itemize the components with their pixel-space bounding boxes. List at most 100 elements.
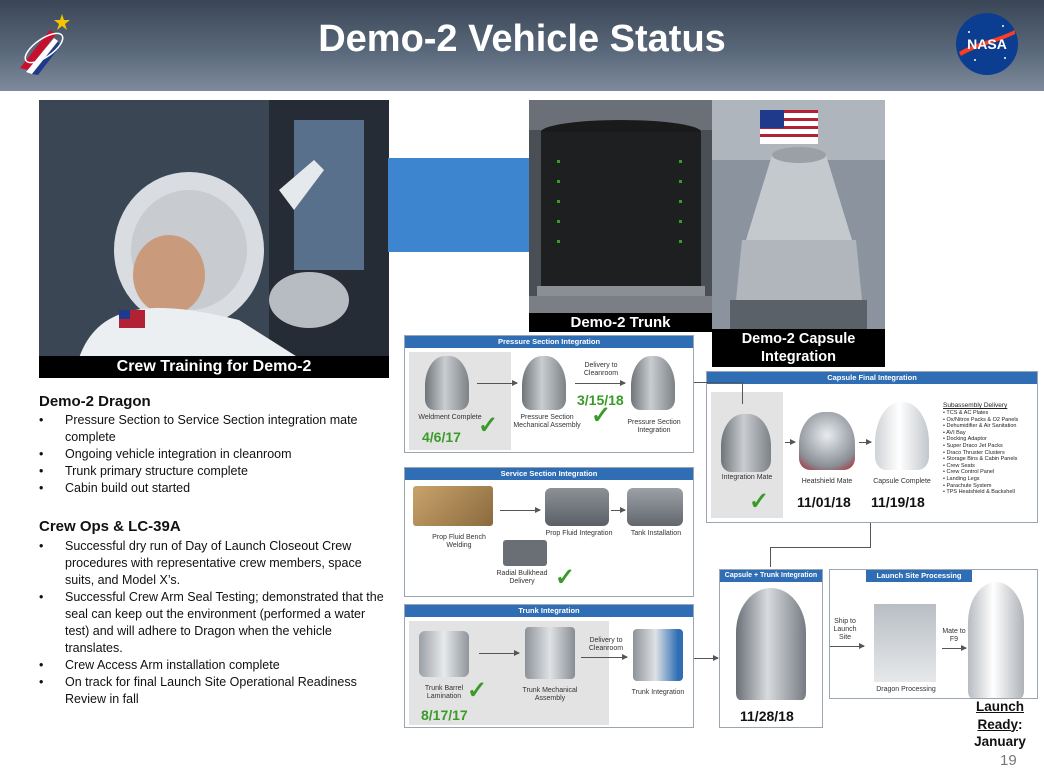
blue-connector-block xyxy=(388,158,530,252)
check-icon: ✓ xyxy=(555,564,576,591)
list-item: Crew Access Arm installation complete xyxy=(39,657,389,674)
mech-assembly-capsule-image xyxy=(522,356,566,410)
arrow xyxy=(830,643,865,649)
pressure-integration-capsule-image xyxy=(631,356,675,410)
trunk-barrel-label: Trunk Barrel Lamination xyxy=(424,685,464,700)
trunk-integration-panel: Trunk Integration Trunk Barrel Laminatio… xyxy=(404,604,694,728)
ready-colon: : xyxy=(1018,716,1023,732)
check-icon: ✓ xyxy=(591,402,612,429)
list-item: Cabin build out started xyxy=(39,480,389,497)
list-item: • Storage Bins & Cabin Panels xyxy=(943,456,1018,463)
crew-ops-list: Successful dry run of Day of Launch Clos… xyxy=(39,538,389,708)
arrow xyxy=(785,439,796,445)
heatshield-capsule-image xyxy=(799,412,855,470)
subassembly-heading: Subassembly Delivery xyxy=(943,402,1008,409)
arrow xyxy=(611,507,626,513)
bench-welding-image xyxy=(413,486,493,526)
capsule-complete-date: 11/19/18 xyxy=(871,494,925,510)
tank-installation-image xyxy=(627,488,683,526)
subassembly-list: Subassembly Delivery • TCS & AC Plates •… xyxy=(943,402,1035,496)
bench-welding-label: Prop Fluid Bench Welding xyxy=(432,534,486,549)
nasa-meatball-logo-icon: NASA xyxy=(956,13,1018,75)
arrow xyxy=(942,645,967,651)
capsule-trunk-date: 11/28/18 xyxy=(740,708,794,724)
launch-site-panel: Launch Site Processing Ship to Launch Si… xyxy=(829,569,1038,699)
trunk-barrel-image xyxy=(419,631,469,677)
panel-header: Service Section Integration xyxy=(405,468,693,480)
list-item: Successful Crew Arm Seal Testing; demons… xyxy=(39,589,389,657)
delivery-label: Delivery to Cleanroom xyxy=(583,362,619,377)
tank-installation-label: Tank Installation xyxy=(630,530,682,537)
connector-line xyxy=(770,547,771,567)
list-item: • Super Draco Jet Packs xyxy=(943,442,1003,449)
trunk-delivery-label: Delivery to Cleanroom xyxy=(588,637,624,652)
heatshield-label: Heatshield Mate xyxy=(801,478,853,485)
list-item: • TCS & AC Plates xyxy=(943,410,989,416)
check-icon: ✓ xyxy=(478,412,499,439)
page-title: Demo-2 Vehicle Status xyxy=(318,18,726,60)
mech-assembly-label: Pressure Section Mechanical Assembly xyxy=(513,414,581,429)
arrow xyxy=(479,650,520,656)
check-icon: ✓ xyxy=(749,488,770,515)
dragon-processing-image xyxy=(874,604,936,682)
pressure-section-panel: Pressure Section Integration Weldment Co… xyxy=(404,335,694,453)
connector-line xyxy=(770,547,871,548)
crew-training-caption: Crew Training for Demo-2 xyxy=(39,356,389,378)
crew-ops-heading: Crew Ops & LC-39A xyxy=(39,518,181,535)
list-item: • AVI Bay xyxy=(943,429,966,436)
list-item: Ongoing vehicle integration in cleanroom xyxy=(39,446,389,463)
panel-header: Capsule + Trunk Integration xyxy=(720,570,822,582)
trunk-mech-image xyxy=(525,627,575,679)
list-item: • Docking Adaptor xyxy=(943,436,987,443)
connector-line xyxy=(870,523,871,547)
list-item: • Ox/Nitrox Packs & O2 Panels xyxy=(943,416,1019,423)
trunk-photo xyxy=(529,100,712,316)
list-item: Successful dry run of Day of Launch Clos… xyxy=(39,538,389,589)
heatshield-date: 11/01/18 xyxy=(797,494,851,510)
trunk-integration-image xyxy=(633,629,683,681)
falcon-dragon-image xyxy=(968,582,1024,698)
prop-fluid-image xyxy=(545,488,609,526)
trunk-integration-label: Trunk Integration xyxy=(631,689,685,696)
weldment-date: 4/6/17 xyxy=(422,429,461,445)
list-item: Pressure Section to Service Section inte… xyxy=(39,412,389,446)
list-item: On track for final Launch Site Operation… xyxy=(39,674,389,708)
arrow xyxy=(581,654,628,660)
service-section-panel: Service Section Integration Prop Fluid B… xyxy=(404,467,694,597)
ready-line: Ready: xyxy=(960,716,1040,734)
connector-line xyxy=(742,382,743,404)
panel-header: Capsule Final Integration xyxy=(707,372,1037,384)
arrow xyxy=(694,655,719,661)
list-item: • Draco Thruster Clusters xyxy=(943,449,1005,456)
ship-label: Ship to Launch Site xyxy=(833,618,857,641)
arrow xyxy=(859,439,872,445)
capsule-caption: Demo-2 Capsule Integration xyxy=(712,329,885,367)
trunk-caption: Demo-2 Trunk xyxy=(529,313,712,332)
dragon-heading: Demo-2 Dragon xyxy=(39,393,151,410)
list-item: • Landing Legs xyxy=(943,475,980,482)
radial-bulkhead-image xyxy=(503,540,547,566)
integration-mate-label: Integration Mate xyxy=(721,474,773,481)
mate-label: Mate to F9 xyxy=(942,628,966,643)
list-item: • Dehumidifier & Air Sanitation xyxy=(943,423,1017,430)
list-item: • TPS Heatshield & Backshell xyxy=(943,489,1015,496)
list-item: Trunk primary structure complete xyxy=(39,463,389,480)
arrow xyxy=(500,507,541,513)
pressure-integration-label: Pressure Section Integration xyxy=(627,419,681,434)
weldment-capsule-image xyxy=(425,356,469,410)
list-item: • Parachute System xyxy=(943,482,992,489)
check-icon: ✓ xyxy=(467,677,488,704)
ready-label: Ready xyxy=(977,716,1019,732)
trunk-date: 8/17/17 xyxy=(421,707,468,723)
capsule-trunk-panel: Capsule + Trunk Integration 11/28/18 xyxy=(719,569,823,728)
panel-header: Pressure Section Integration xyxy=(405,336,693,348)
capsule-photo xyxy=(712,100,885,333)
panel-header: Trunk Integration xyxy=(405,605,693,617)
trunk-mech-label: Trunk Mechanical Assembly xyxy=(522,687,578,702)
launch-label: Launch xyxy=(975,699,1024,714)
integration-mate-image xyxy=(721,414,771,472)
prop-fluid-label: Prop Fluid Integration xyxy=(545,530,613,537)
panel-header: Launch Site Processing xyxy=(866,570,972,582)
capsule-trunk-image xyxy=(736,588,806,700)
capsule-complete-label: Capsule Complete xyxy=(873,478,931,485)
